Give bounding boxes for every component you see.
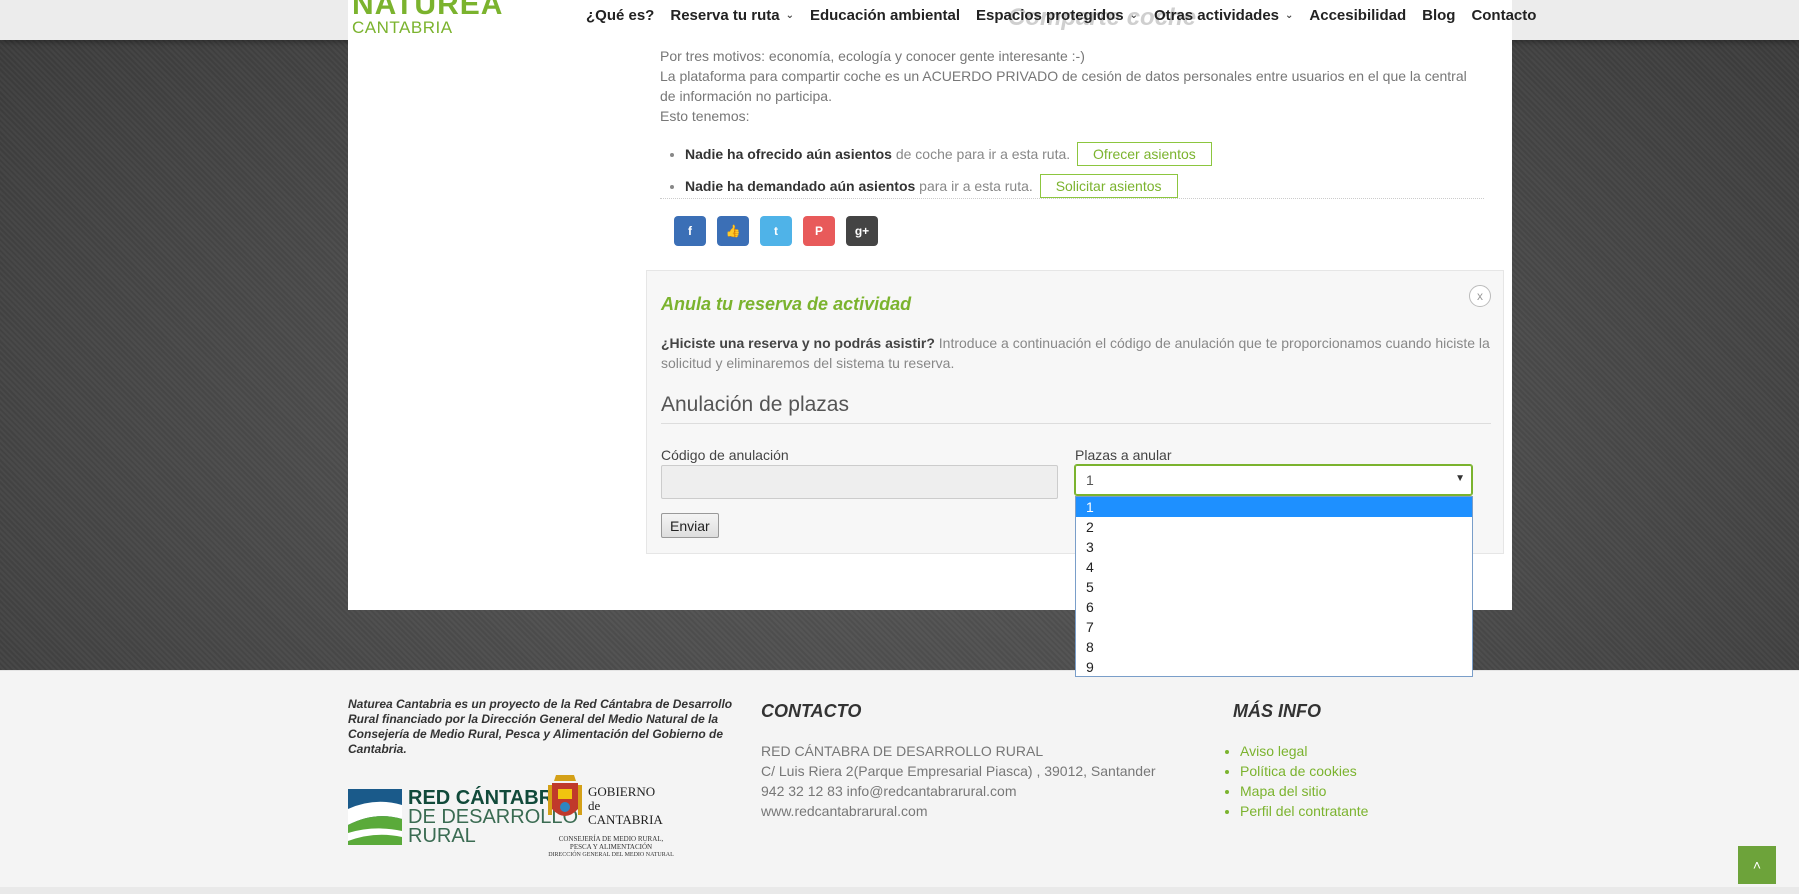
nav-item-label: Otras actividades (1153, 6, 1280, 24)
footer-about: Naturea Cantabria es un proyecto de la R… (348, 697, 733, 756)
nav-item-label: Contacto (1471, 6, 1537, 24)
google-plus-icon[interactable]: g+ (846, 216, 878, 246)
cancel-code-input[interactable] (661, 465, 1058, 499)
like-icon[interactable]: 👍 (717, 216, 749, 246)
nav-item-label: ¿Qué es? (586, 6, 655, 24)
red-cantabra-mark-icon (348, 789, 402, 845)
contact-details: RED CÁNTABRA DE DESARROLLO RURAL C/ Luis … (761, 741, 1156, 821)
chevron-down-icon: ⌄ (1129, 9, 1138, 21)
consejeria-text: CONSEJERÍA DE MEDIO RURAL, PESCA Y ALIME… (546, 835, 676, 859)
demand-status: Nadie ha demandado aún asientos para ir … (685, 174, 1212, 198)
nav-item-5[interactable]: Accesibilidad (1309, 7, 1406, 24)
cancel-title: Anula tu reserva de actividad (661, 294, 912, 314)
submit-button[interactable]: Enviar (661, 513, 719, 538)
contact-line[interactable]: 942 32 12 83 info@redcantabrarural.com (761, 781, 1156, 801)
gob-line1: GOBIERNO (588, 784, 656, 799)
seats-select[interactable]: 1 ▼ (1074, 464, 1473, 496)
pinterest-icon[interactable]: P (803, 216, 835, 246)
code-label: Código de anulación (661, 447, 789, 463)
dotted-divider (660, 198, 1484, 199)
cancel-form-heading: Anulación de plazas (661, 393, 849, 416)
offer-status-text: de coche para ir a esta ruta. (895, 146, 1071, 162)
footer-link[interactable]: Perfil del contratante (1240, 801, 1368, 821)
twitter-icon[interactable]: t (760, 216, 792, 246)
nav-item-4[interactable]: Otras actividades ⌄ (1154, 7, 1293, 24)
request-seats-button[interactable]: Solicitar asientos (1039, 174, 1178, 198)
consejeria-line3: DIRECCIÓN GENERAL DEL MEDIO NATURAL (548, 852, 674, 858)
facebook-icon[interactable]: f (674, 216, 706, 246)
social-share-bar: f 👍 t Pg+ (674, 216, 878, 246)
top-navbar: NATUREA CANTABRIA Comparte coche ¿Qué es… (0, 0, 1799, 40)
nav-item-label: Reserva tu ruta (670, 6, 780, 24)
nav-item-3[interactable]: Espacios protegidos ⌄ (976, 7, 1138, 24)
back-to-top-button[interactable]: ˄ (1738, 846, 1776, 884)
site-logo[interactable]: NATUREA (352, 0, 503, 20)
nav-item-0[interactable]: ¿Qué es? (586, 7, 654, 24)
red-cantabra-logo[interactable]: RED CÁNTABRA DE DESARROLLO RURAL (348, 788, 578, 846)
more-info-links: Aviso legalPolítica de cookiesMapa del s… (1240, 741, 1368, 821)
gobierno-logo-text: GOBIERNO de CANTABRIA (588, 771, 663, 833)
seats-option[interactable]: 6 (1076, 597, 1472, 617)
nav-item-2[interactable]: Educación ambiental (810, 7, 960, 24)
offer-status: Nadie ha ofrecido aún asientos de coche … (685, 142, 1212, 166)
seats-option[interactable]: 1 (1076, 497, 1472, 517)
seats-option[interactable]: 9 (1076, 657, 1472, 677)
seats-option[interactable]: 5 (1076, 577, 1472, 597)
seats-option[interactable]: 3 (1076, 537, 1472, 557)
footer-link[interactable]: Aviso legal (1240, 741, 1368, 761)
form-divider (661, 423, 1491, 424)
seats-option[interactable]: 4 (1076, 557, 1472, 577)
carpool-we-have: Esto tenemos: (660, 108, 750, 124)
demand-status-bold: Nadie ha demandado aún asientos (685, 178, 916, 194)
chevron-down-icon: ⌄ (785, 9, 794, 21)
carpool-disclaimer: La plataforma para compartir coche es un… (660, 68, 1467, 104)
nav-item-label: Espacios protegidos (976, 6, 1124, 24)
site-logo-subtitle[interactable]: CANTABRIA (352, 18, 453, 38)
contact-line: RED CÁNTABRA DE DESARROLLO RURAL (761, 743, 1044, 759)
submit-label: Enviar (670, 517, 710, 534)
more-info-heading: MÁS INFO (1233, 701, 1321, 721)
gob-line3: CANTABRIA (588, 812, 663, 827)
cancel-description: ¿Hiciste una reserva y no podrás asistir… (661, 333, 1491, 373)
consejeria-line2: PESCA Y ALIMENTACIÓN (569, 843, 653, 851)
gob-line2: de (588, 798, 601, 813)
footer-bottom-strip (0, 887, 1799, 894)
nav-item-6[interactable]: Blog (1422, 7, 1455, 24)
gobierno-cantabria-logo[interactable]: GOBIERNO de CANTABRIA CONSEJERÍA DE MEDI… (546, 771, 674, 858)
seats-selected-value: 1 (1086, 472, 1094, 488)
demand-status-text: para ir a esta ruta. (919, 178, 1033, 194)
seats-dropdown-list: 123456789 (1075, 496, 1473, 677)
nav-item-label: Blog (1422, 6, 1456, 24)
seats-option[interactable]: 7 (1076, 617, 1472, 637)
navbar-container: NATUREA CANTABRIA Comparte coche ¿Qué es… (348, 0, 1536, 40)
footer-link[interactable]: Mapa del sitio (1240, 781, 1368, 801)
contact-heading: CONTACTO (761, 701, 862, 721)
cancel-question: ¿Hiciste una reserva y no podrás asistir… (661, 335, 935, 351)
carpool-status-list: Nadie ha ofrecido aún asientos de coche … (685, 142, 1212, 206)
consejeria-line1: CONSEJERÍA DE MEDIO RURAL, (558, 835, 664, 843)
seats-option[interactable]: 8 (1076, 637, 1472, 657)
close-icon[interactable]: x (1469, 285, 1491, 307)
nav-item-7[interactable]: Contacto (1471, 7, 1536, 24)
seats-label: Plazas a anular (1075, 447, 1172, 463)
seats-option[interactable]: 2 (1076, 517, 1472, 537)
offer-seats-button[interactable]: Ofrecer asientos (1077, 142, 1212, 166)
crest-icon (548, 775, 582, 816)
footer: Naturea Cantabria es un proyecto de la R… (0, 670, 1799, 894)
contact-line: C/ Luis Riera 2(Parque Empresarial Piasc… (761, 763, 1156, 779)
nav-item-label: Accesibilidad (1309, 6, 1407, 24)
footer-link[interactable]: Política de cookies (1240, 761, 1368, 781)
select-arrow-icon: ▼ (1455, 473, 1465, 484)
contact-line[interactable]: www.redcantabrarural.com (761, 801, 1156, 821)
nav-item-1[interactable]: Reserva tu ruta ⌄ (670, 7, 794, 24)
main-nav: ¿Qué es? Reserva tu ruta ⌄ Educación ambien… (586, 0, 1536, 30)
carpool-reasons: Por tres motivos: economía, ecología y c… (660, 48, 1085, 64)
nav-item-label: Educación ambiental (809, 6, 961, 24)
carpool-intro: Por tres motivos: economía, ecología y c… (660, 46, 1480, 126)
chevron-down-icon: ⌄ (1285, 9, 1294, 21)
offer-status-bold: Nadie ha ofrecido aún asientos (685, 146, 892, 162)
